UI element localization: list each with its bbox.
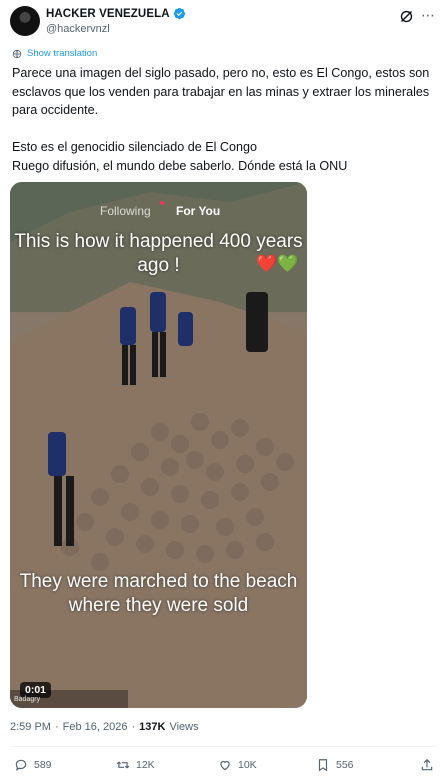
views-count: 137K (139, 721, 166, 733)
tweet-header: HACKER VENEZUELA @hackervnzl ⋯ (10, 4, 436, 44)
reply-count: 589 (34, 759, 52, 771)
action-bar: 589 12K 10K 556 (10, 758, 436, 776)
hearts-emoji: ❤️💚 (256, 254, 299, 273)
bookmark-count: 556 (336, 759, 354, 771)
author-name[interactable]: HACKER VENEZUELA (46, 8, 170, 20)
share-icon (421, 758, 433, 771)
tweet-time[interactable]: 2:59 PM (10, 721, 51, 733)
author-name-row[interactable]: HACKER VENEZUELA (46, 7, 186, 20)
tweet-date[interactable]: Feb 16, 2026 (63, 721, 128, 733)
tab-following: Following (100, 204, 151, 218)
video-bottom-caption: They were marched to the beach where the… (19, 571, 298, 616)
meta-separator: · (54, 721, 59, 733)
reply-icon (15, 759, 27, 771)
author-handle[interactable]: @hackervnzl (46, 23, 110, 35)
repost-count: 12K (136, 759, 155, 771)
translate-icon (12, 49, 22, 58)
tab-notification-dot (160, 201, 164, 205)
video-player[interactable]: Following For You This is how it happene… (10, 182, 307, 708)
grok-icon[interactable] (399, 9, 414, 24)
location-tag: Badagry (14, 696, 41, 703)
verified-badge-icon (173, 7, 185, 20)
like-button[interactable]: 10K (218, 758, 257, 772)
heart-icon (220, 760, 230, 771)
tweet-paragraph-2: Esto es el genocidio silenciado de El Co… (12, 140, 258, 154)
tab-for-you: For You (176, 204, 221, 218)
bookmark-button[interactable]: 556 (316, 758, 354, 772)
bookmark-icon (318, 759, 328, 772)
reply-button[interactable]: 589 (14, 758, 52, 772)
show-translation-link[interactable]: Show translation (12, 48, 97, 59)
show-translation-label[interactable]: Show translation (27, 48, 97, 59)
more-options-icon[interactable]: ⋯ (421, 7, 436, 24)
repost-icon (116, 761, 130, 769)
share-button[interactable] (420, 758, 434, 772)
repost-button[interactable]: 12K (116, 758, 155, 772)
tweet-paragraph-3: Ruego difusión, el mundo debe saberlo. D… (12, 158, 348, 173)
meta-separator-2: · (131, 721, 136, 733)
tweet-meta: 2:59 PM · Feb 16, 2026 · 137K Views (10, 721, 199, 733)
divider (10, 746, 436, 747)
like-count: 10K (238, 759, 257, 771)
tweet-paragraph-1: Parece una imagen del siglo pasado, pero… (12, 66, 433, 117)
avatar[interactable] (10, 6, 40, 36)
tweet-text: Parece una imagen del siglo pasado, pero… (12, 64, 436, 175)
views-label: Views (169, 721, 199, 733)
